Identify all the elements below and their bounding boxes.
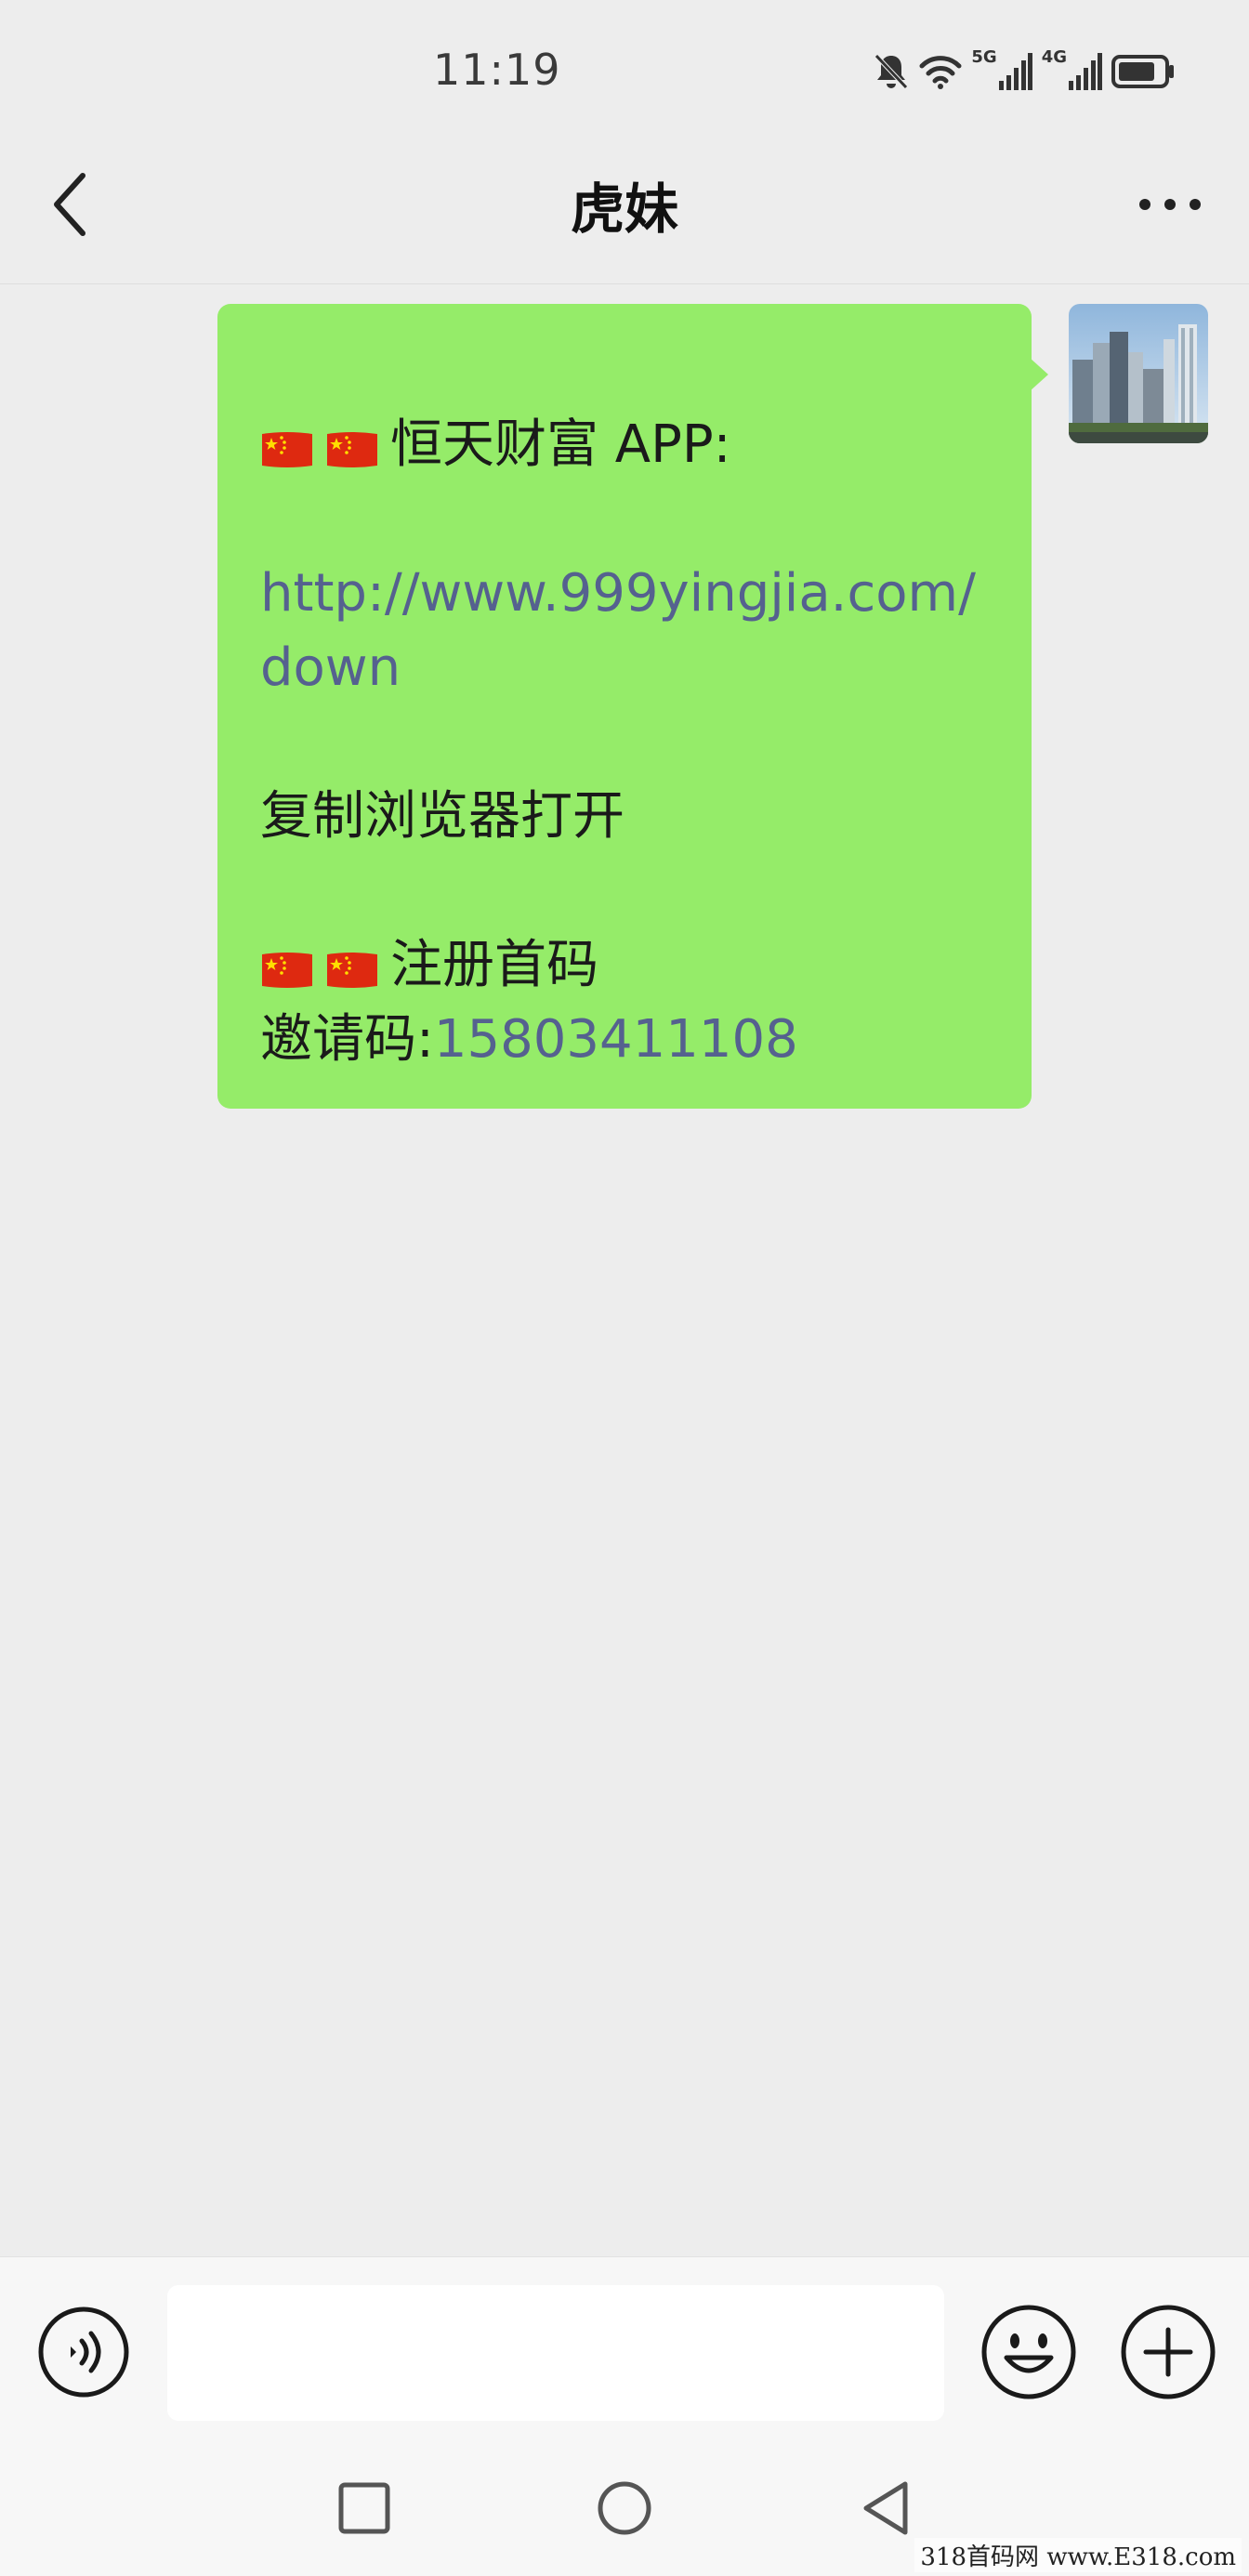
message-link[interactable]: http://www.999yingjia.com/down xyxy=(260,557,994,705)
input-bar xyxy=(0,2256,1249,2442)
message-text-register: 注册首码 xyxy=(390,935,598,995)
avatar-image xyxy=(1069,304,1208,443)
watermark: 318首码网 www.E318.com xyxy=(914,2538,1242,2572)
bell-off-icon xyxy=(874,54,909,89)
square-recents-icon xyxy=(338,2482,390,2534)
message-bubble[interactable]: 恒天财富 APP: http://www.999yingjia.com/down… xyxy=(217,304,1048,1109)
signal-5g-icon xyxy=(998,53,1032,90)
plus-circle-icon xyxy=(1121,2305,1216,2399)
message-input[interactable] xyxy=(167,2285,944,2421)
china-flag-icon xyxy=(262,953,312,988)
home-button[interactable] xyxy=(592,2476,657,2541)
message-text-app: 恒天财富 APP: xyxy=(390,414,731,475)
net-label-5g: 5G xyxy=(971,46,997,67)
status-time: 11:19 xyxy=(433,45,561,95)
wechat-chat-screen: 11:19 5G 4G 虎妹 恒天财富 APP: http://www.999y… xyxy=(0,0,1249,2576)
triangle-back-icon xyxy=(863,2481,908,2535)
message-line-invite: 邀请码:15803411108 xyxy=(260,1003,994,1077)
chat-title: 虎妹 xyxy=(570,177,678,241)
more-options-button[interactable] xyxy=(1128,177,1212,232)
status-bar: 11:19 5G 4G xyxy=(0,0,1249,139)
china-flag-icon xyxy=(327,432,377,467)
emoji-icon xyxy=(981,2305,1076,2399)
battery-icon xyxy=(1111,55,1174,88)
net-label-4g: 4G xyxy=(1041,46,1067,67)
voice-icon xyxy=(38,2307,129,2398)
chat-message-list[interactable]: 恒天财富 APP: http://www.999yingjia.com/down… xyxy=(0,285,1249,2255)
china-flag-icon xyxy=(262,432,312,467)
status-icons: 5G 4G xyxy=(873,46,1175,97)
sender-avatar[interactable] xyxy=(1069,304,1208,443)
bubble-tail xyxy=(1030,358,1048,391)
wifi-icon xyxy=(919,56,962,89)
china-flag-icon xyxy=(327,953,377,988)
invite-code-link[interactable]: 15803411108 xyxy=(434,1009,798,1070)
more-functions-button[interactable] xyxy=(1120,2304,1216,2400)
invite-label: 邀请码: xyxy=(260,1009,434,1070)
message-line-register: 注册首码 xyxy=(260,928,994,1003)
voice-button[interactable] xyxy=(37,2306,130,2399)
message-text-copy: 复制浏览器打开 xyxy=(260,786,624,847)
circle-home-icon xyxy=(598,2481,651,2535)
recents-button[interactable] xyxy=(332,2476,397,2541)
system-back-button[interactable] xyxy=(852,2476,917,2541)
signal-4g-icon xyxy=(1069,53,1102,90)
emoji-button[interactable] xyxy=(980,2304,1077,2400)
chat-header: 虎妹 xyxy=(0,139,1249,284)
more-dots-icon xyxy=(1139,199,1201,210)
message-line-app: 恒天财富 APP: xyxy=(260,408,994,482)
